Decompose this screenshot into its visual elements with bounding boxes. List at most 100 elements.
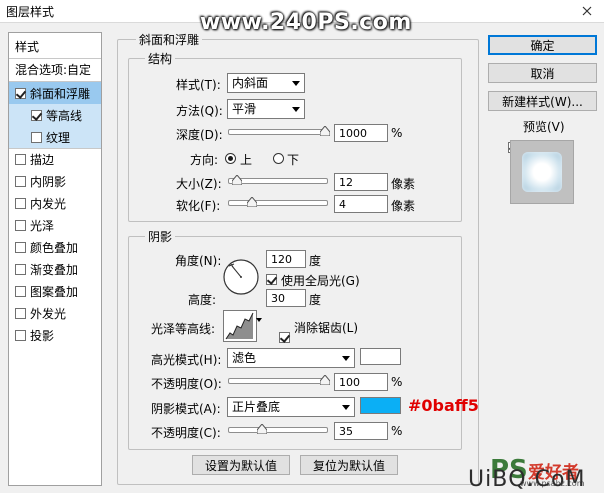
- highlight-opacity-thumb[interactable]: [320, 375, 330, 385]
- depth-slider[interactable]: [228, 129, 328, 135]
- shading-title: 阴影: [145, 228, 176, 245]
- style-item-checkbox[interactable]: [15, 175, 26, 187]
- style-item-label: 投影: [30, 328, 55, 343]
- style-item[interactable]: 外发光: [9, 302, 101, 324]
- style-item[interactable]: 纹理: [9, 126, 101, 148]
- shadow-mode-label: 阴影模式(A):: [151, 402, 221, 416]
- preview-swatch: [522, 152, 562, 192]
- highlight-opacity-label: 不透明度(O):: [151, 377, 222, 391]
- direction-up-radio[interactable]: [225, 153, 236, 164]
- new-style-button[interactable]: 新建样式(W)...: [488, 91, 597, 111]
- chevron-down-icon[interactable]: [256, 318, 262, 322]
- highlight-mode-select[interactable]: 滤色: [227, 348, 355, 368]
- style-item[interactable]: 内发光: [9, 192, 101, 214]
- soften-unit: 像素: [391, 199, 416, 213]
- style-select[interactable]: 内斜面: [227, 73, 305, 93]
- bevel-group-title: 斜面和浮雕: [136, 31, 203, 48]
- shadow-opacity-label: 不透明度(C):: [151, 426, 221, 440]
- chevron-down-icon: [292, 81, 300, 86]
- style-item-checkbox[interactable]: [31, 131, 42, 143]
- global-light-label: 使用全局光(G): [281, 274, 360, 288]
- chevron-down-icon: [342, 405, 350, 410]
- style-item-checkbox[interactable]: [15, 153, 26, 165]
- style-item-checkbox[interactable]: [15, 263, 26, 275]
- close-icon: [582, 6, 592, 15]
- ok-button[interactable]: 确定: [488, 35, 597, 55]
- shadow-opacity-slider[interactable]: [228, 427, 328, 433]
- size-slider[interactable]: [228, 178, 328, 184]
- style-list-header[interactable]: 样式: [9, 35, 107, 57]
- soften-slider-thumb[interactable]: [247, 197, 257, 207]
- logo-uibq: UiBQ.CoM: [468, 467, 586, 492]
- altitude-label: 高度:: [188, 293, 217, 307]
- technique-select[interactable]: 平滑: [227, 99, 305, 119]
- set-default-button[interactable]: 设置为默认值: [192, 455, 290, 475]
- shadow-color-swatch[interactable]: [360, 397, 401, 414]
- style-item[interactable]: 斜面和浮雕: [9, 82, 101, 104]
- size-input[interactable]: 12: [334, 173, 388, 191]
- angle-input[interactable]: 120: [266, 250, 306, 268]
- style-item-label: 渐变叠加: [30, 262, 79, 277]
- direction-down-radio[interactable]: [273, 153, 284, 164]
- style-item-label: 描边: [30, 152, 55, 167]
- highlight-opacity-slider[interactable]: [228, 378, 328, 384]
- style-item-checkbox[interactable]: [15, 285, 26, 297]
- altitude-input[interactable]: 30: [266, 289, 306, 307]
- soften-slider[interactable]: [228, 200, 328, 206]
- gloss-contour-picker[interactable]: [223, 310, 257, 342]
- style-item[interactable]: 等高线: [9, 104, 101, 126]
- altitude-unit: 度: [309, 293, 322, 307]
- direction-down-label: 下: [287, 153, 300, 167]
- close-button[interactable]: [572, 1, 602, 20]
- style-item-checkbox[interactable]: [15, 329, 26, 341]
- shadow-opacity-input[interactable]: 35: [334, 422, 388, 440]
- chevron-down-icon: [342, 356, 350, 361]
- style-item-checkbox[interactable]: [15, 307, 26, 319]
- anti-alias-label: 消除锯齿(L): [294, 321, 359, 335]
- style-item[interactable]: 渐变叠加: [9, 258, 101, 280]
- technique-value: 平滑: [232, 102, 257, 116]
- highlight-mode-label: 高光模式(H):: [151, 353, 222, 367]
- style-item-checkbox[interactable]: [15, 87, 26, 99]
- style-item-checkbox[interactable]: [15, 219, 26, 231]
- global-light-checkbox[interactable]: [266, 274, 277, 285]
- style-item[interactable]: 光泽: [9, 214, 101, 236]
- style-item[interactable]: 描边: [9, 148, 101, 170]
- style-item[interactable]: 图案叠加: [9, 280, 101, 302]
- size-unit: 像素: [391, 177, 416, 191]
- size-slider-thumb[interactable]: [232, 175, 242, 185]
- direction-up-label: 上: [240, 153, 253, 167]
- style-label: 样式(T):: [176, 78, 221, 92]
- depth-slider-thumb[interactable]: [320, 126, 330, 136]
- depth-unit: %: [391, 126, 403, 140]
- window-title: 图层样式: [6, 5, 55, 19]
- depth-input[interactable]: 1000: [334, 124, 388, 142]
- depth-label: 深度(D):: [176, 128, 223, 142]
- highlight-opacity-unit: %: [391, 375, 403, 389]
- reset-default-button[interactable]: 复位为默认值: [300, 455, 398, 475]
- shadow-mode-select[interactable]: 正片叠底: [227, 397, 355, 417]
- style-item[interactable]: 投影: [9, 324, 101, 346]
- style-item-checkbox[interactable]: [15, 197, 26, 209]
- shadow-color-annotation: #0baff5: [408, 396, 479, 415]
- site-watermark: www.240PS.com: [200, 10, 412, 35]
- soften-input[interactable]: 4: [334, 195, 388, 213]
- gloss-contour-label: 光泽等高线:: [151, 322, 216, 336]
- style-item[interactable]: 颜色叠加: [9, 236, 101, 258]
- style-preview: [510, 140, 574, 204]
- style-item-label: 颜色叠加: [30, 240, 79, 255]
- blend-options-item[interactable]: 混合选项:自定: [9, 58, 107, 80]
- highlight-color-swatch[interactable]: [360, 348, 401, 365]
- angle-dial[interactable]: [222, 258, 260, 296]
- size-label: 大小(Z):: [176, 177, 222, 191]
- style-item-checkbox[interactable]: [15, 241, 26, 253]
- anti-alias-checkbox[interactable]: [279, 332, 290, 343]
- style-item[interactable]: 内阴影: [9, 170, 101, 192]
- highlight-opacity-input[interactable]: 100: [334, 373, 388, 391]
- style-item-label: 纹理: [46, 130, 71, 145]
- shadow-opacity-thumb[interactable]: [257, 424, 267, 434]
- technique-label: 方法(Q):: [176, 104, 223, 118]
- cancel-button[interactable]: 取消: [488, 63, 597, 83]
- style-item-checkbox[interactable]: [31, 109, 42, 121]
- direction-label: 方向:: [190, 153, 219, 167]
